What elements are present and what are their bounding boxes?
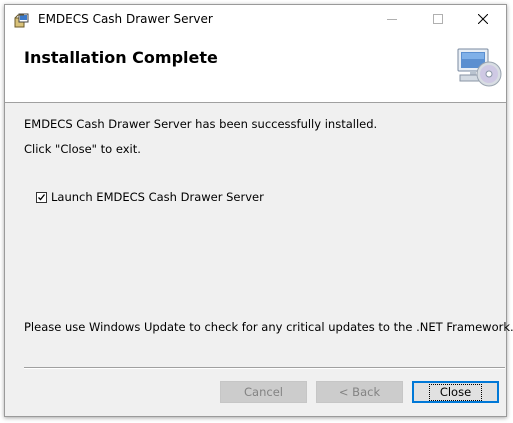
close-button-label: Close bbox=[428, 383, 483, 401]
launch-checkbox[interactable] bbox=[36, 191, 47, 203]
close-instruction: Click "Close" to exit. bbox=[24, 142, 141, 156]
close-icon bbox=[477, 13, 489, 27]
header-banner: Installation Complete bbox=[5, 35, 506, 103]
back-button-label: < Back bbox=[338, 385, 381, 399]
cancel-button-label: Cancel bbox=[244, 385, 283, 399]
update-notice: Please use Windows Update to check for a… bbox=[24, 320, 513, 334]
launch-checkbox-label[interactable]: Launch EMDECS Cash Drawer Server bbox=[51, 190, 264, 204]
installer-app-icon bbox=[14, 12, 30, 28]
title-bar[interactable]: EMDECS Cash Drawer Server bbox=[5, 5, 506, 35]
footer-divider bbox=[24, 367, 505, 369]
installed-message: EMDECS Cash Drawer Server has been succe… bbox=[24, 117, 378, 131]
minimize-icon bbox=[387, 13, 397, 27]
maximize-button[interactable] bbox=[415, 5, 461, 35]
cancel-button[interactable]: Cancel bbox=[220, 381, 307, 403]
close-button[interactable]: Close bbox=[412, 381, 499, 403]
computer-with-cd-icon bbox=[454, 47, 504, 89]
page-title: Installation Complete bbox=[24, 48, 218, 67]
window-title: EMDECS Cash Drawer Server bbox=[38, 12, 213, 26]
maximize-icon bbox=[433, 13, 443, 27]
launch-checkbox-row[interactable]: Launch EMDECS Cash Drawer Server bbox=[36, 190, 264, 204]
close-window-button[interactable] bbox=[460, 5, 506, 35]
installer-window: EMDECS Cash Drawer Server Installation C… bbox=[4, 4, 513, 417]
back-button[interactable]: < Back bbox=[316, 381, 403, 403]
minimize-button[interactable] bbox=[369, 5, 415, 35]
